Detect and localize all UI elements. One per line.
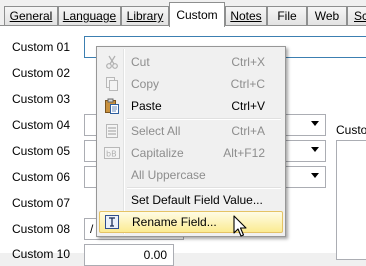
menu-item-cut-shortcut: Ctrl+X bbox=[231, 55, 265, 69]
menu-item-set-default-label: Set Default Field Value... bbox=[131, 193, 263, 207]
field-label-custom-01: Custom 01 bbox=[12, 40, 71, 54]
tab-library[interactable]: Library bbox=[121, 6, 169, 25]
menu-item-copy-label: Copy bbox=[131, 77, 160, 91]
select-all-icon bbox=[106, 124, 118, 138]
menu-item-paste-label: Paste bbox=[131, 99, 162, 113]
custom-10-input[interactable]: 0.00 bbox=[84, 244, 174, 266]
menu-item-select-all-label: Select All bbox=[131, 124, 181, 138]
field-label-custom-right: Custo bbox=[336, 123, 366, 137]
menu-item-cut[interactable]: Cut Ctrl+X bbox=[99, 51, 283, 73]
tab-bar: General Language Library Custom Notes Fi… bbox=[0, 0, 366, 27]
tab-web[interactable]: Web bbox=[307, 6, 347, 25]
tab-custom[interactable]: Custom bbox=[169, 2, 225, 27]
menu-item-all-uppercase-label: All Uppercase bbox=[131, 168, 206, 182]
menu-item-copy[interactable]: Copy Ctrl+C bbox=[99, 73, 283, 95]
tab-general[interactable]: General bbox=[4, 6, 58, 25]
chevron-down-icon[interactable] bbox=[311, 121, 319, 126]
menu-item-paste[interactable]: Paste Ctrl+V bbox=[99, 95, 283, 117]
context-menu: Cut Ctrl+X Copy Ctrl+C Paste Ctrl+V Sele… bbox=[96, 46, 286, 237]
menu-item-rename-field[interactable]: Rename Field... bbox=[99, 211, 283, 233]
tab-language[interactable]: Language bbox=[58, 6, 121, 25]
menu-item-set-default-field-value[interactable]: Set Default Field Value... bbox=[99, 189, 283, 211]
tab-file[interactable]: File bbox=[267, 6, 307, 25]
menu-item-select-all[interactable]: Select All Ctrl+A bbox=[99, 120, 283, 142]
menu-item-all-uppercase[interactable]: All Uppercase bbox=[99, 164, 283, 186]
menu-item-copy-shortcut: Ctrl+C bbox=[230, 77, 265, 91]
menu-item-paste-shortcut: Ctrl+V bbox=[231, 99, 265, 113]
field-label-custom-04: Custom 04 bbox=[12, 118, 71, 132]
paste-icon bbox=[105, 98, 119, 114]
field-label-custom-05: Custom 05 bbox=[12, 144, 71, 158]
chevron-down-icon[interactable] bbox=[311, 173, 319, 178]
field-label-custom-10: Custom 10 bbox=[12, 247, 71, 261]
rename-field-icon bbox=[105, 215, 119, 229]
svg-text:bB: bB bbox=[106, 150, 117, 159]
mouse-cursor-icon bbox=[233, 215, 247, 237]
field-label-custom-07: Custom 07 bbox=[12, 196, 71, 210]
tab-notes[interactable]: Notes bbox=[225, 6, 267, 25]
chevron-down-icon[interactable] bbox=[311, 147, 319, 152]
field-label-custom-03: Custom 03 bbox=[12, 92, 71, 106]
capitalize-icon: bB bbox=[104, 147, 120, 159]
menu-item-capitalize[interactable]: bB Capitalize Alt+F12 bbox=[99, 142, 283, 164]
custom-notes-box[interactable] bbox=[336, 140, 366, 260]
field-label-custom-06: Custom 06 bbox=[12, 170, 71, 184]
field-label-custom-02: Custom 02 bbox=[12, 66, 71, 80]
custom-08-value: / bbox=[90, 222, 94, 236]
menu-item-capitalize-label: Capitalize bbox=[131, 146, 184, 160]
menu-item-cut-label: Cut bbox=[131, 55, 150, 69]
menu-item-capitalize-shortcut: Alt+F12 bbox=[223, 146, 265, 160]
menu-item-select-all-shortcut: Ctrl+A bbox=[231, 124, 265, 138]
scissors-icon bbox=[106, 55, 118, 69]
custom-10-value: 0.00 bbox=[143, 248, 167, 262]
tab-sc[interactable]: Sc bbox=[347, 6, 366, 25]
menu-item-rename-field-label: Rename Field... bbox=[132, 215, 217, 229]
copy-icon bbox=[106, 77, 118, 91]
field-label-custom-08: Custom 08 bbox=[12, 222, 71, 236]
